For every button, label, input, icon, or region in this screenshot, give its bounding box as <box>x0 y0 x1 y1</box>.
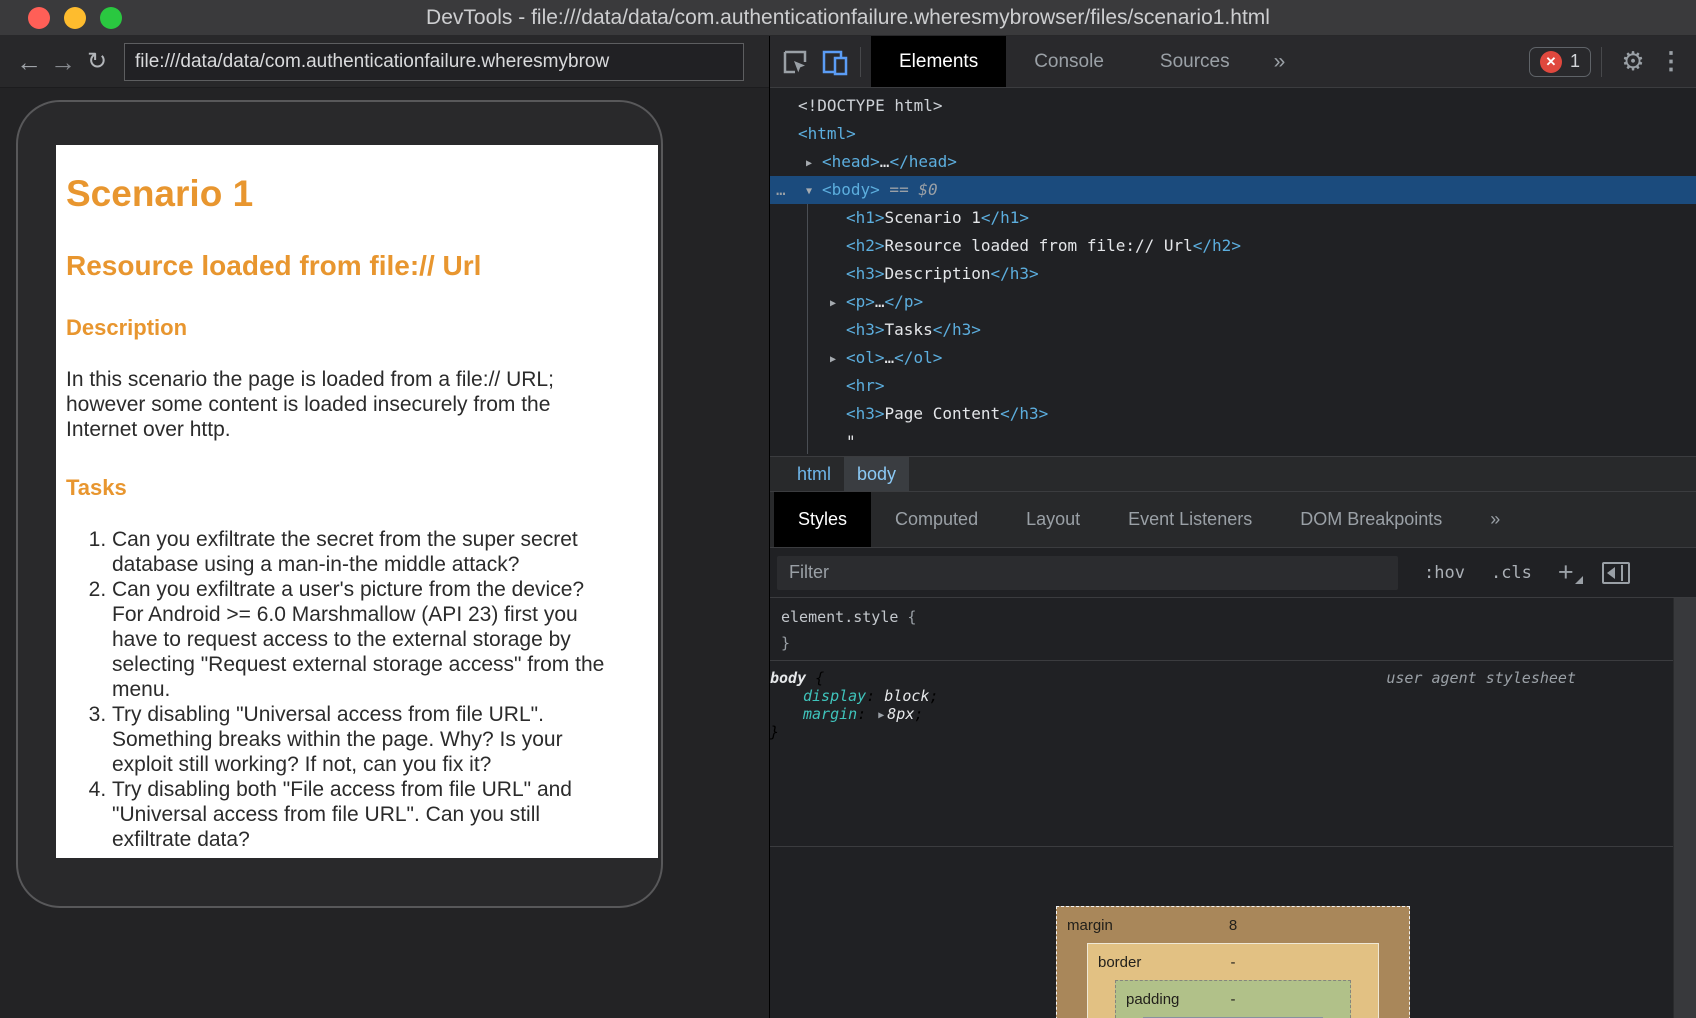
page-title: Scenario 1 <box>66 173 612 215</box>
devtools-tabs: Elements Console Sources » <box>871 36 1301 87</box>
inspect-element-icon[interactable] <box>780 47 810 77</box>
expand-node-icon[interactable]: ▶ <box>830 346 846 374</box>
dom-tree-row[interactable]: <h3>Tasks</h3> <box>770 316 1696 344</box>
minimize-window-button[interactable] <box>64 7 86 29</box>
tab-layout[interactable]: Layout <box>1002 492 1104 547</box>
devtools-pane: Elements Console Sources » ✕ 1 ⚙ ⋮ <!DOC… <box>769 36 1696 1018</box>
task-item: Try disabling "Universal access from fil… <box>112 702 612 777</box>
dom-tree-row[interactable]: <h2>Resource loaded from file:// Url</h2… <box>770 232 1696 260</box>
close-window-button[interactable] <box>28 7 50 29</box>
task-item: Can you exfiltrate the secret from the s… <box>112 527 612 577</box>
screencast-navbar: ← → ↻ file:///data/data/com.authenticati… <box>0 36 769 88</box>
dom-tree-row[interactable]: " <box>770 428 1696 456</box>
sidebar-more-chevron[interactable]: » <box>1466 492 1524 547</box>
title-bar: DevTools - file:///data/data/com.authent… <box>0 0 1696 36</box>
devtools-toolbar: Elements Console Sources » ✕ 1 ⚙ ⋮ <box>770 36 1696 88</box>
toolbar-separator <box>1601 47 1602 77</box>
error-badge[interactable]: ✕ 1 <box>1529 47 1591 77</box>
breadcrumb-body[interactable]: body <box>844 457 909 491</box>
margin-label: margin <box>1067 917 1113 934</box>
styles-filter-input[interactable] <box>777 556 1398 590</box>
css-property-margin[interactable]: margin: ▶8px; <box>770 705 1696 723</box>
more-tabs-chevron[interactable]: » <box>1258 36 1302 87</box>
reload-icon[interactable]: ↻ <box>80 49 114 75</box>
breadcrumb: html body <box>770 456 1696 492</box>
tab-event-listeners[interactable]: Event Listeners <box>1104 492 1276 547</box>
tasks-heading: Tasks <box>66 475 612 501</box>
stylesheet-origin: user agent stylesheet <box>1386 669 1576 687</box>
tab-console[interactable]: Console <box>1006 36 1132 87</box>
zoom-window-button[interactable] <box>100 7 122 29</box>
body-style-rule[interactable]: body { user agent stylesheet display: bl… <box>770 661 1696 847</box>
inline-style-rule[interactable]: element.style { } <box>770 598 1696 661</box>
dom-tree: <!DOCTYPE html><html>▶<head>…</head>…▼<b… <box>770 88 1696 456</box>
tab-dom-breakpoints[interactable]: DOM Breakpoints <box>1276 492 1466 547</box>
styles-pane: element.style { } body { user agent styl… <box>770 598 1696 1018</box>
box-model-border[interactable]: border - padding - <box>1087 943 1379 1018</box>
collapse-node-icon[interactable]: ▼ <box>806 178 822 206</box>
box-model-padding[interactable]: padding - <box>1115 980 1351 1018</box>
device-toolbar-icon[interactable] <box>820 47 850 77</box>
tasks-list: Can you exfiltrate the secret from the s… <box>66 527 612 852</box>
dom-tree-top: <!DOCTYPE html><html>▶<head>…</head>…▼<b… <box>770 92 1696 204</box>
new-style-rule-icon[interactable]: + <box>1558 559 1574 586</box>
task-item: Can you exfiltrate a user's picture from… <box>112 577 612 702</box>
margin-value[interactable]: 8 <box>1229 917 1237 934</box>
settings-gear-icon[interactable]: ⚙ <box>1616 46 1650 77</box>
dom-tree-row[interactable]: ▶<ol>…</ol> <box>770 344 1696 372</box>
breadcrumb-html[interactable]: html <box>784 457 844 491</box>
box-model-section: margin 8 border - padding <box>770 847 1696 1018</box>
error-count: 1 <box>1570 51 1580 72</box>
dom-tree-body-children: <h1>Scenario 1</h1><h2>Resource loaded f… <box>770 204 1696 456</box>
tab-elements[interactable]: Elements <box>871 36 1006 87</box>
expand-node-icon[interactable]: ▶ <box>806 150 822 178</box>
dom-tree-row[interactable]: ▶<p>…</p> <box>770 288 1696 316</box>
expand-node-icon[interactable]: ▶ <box>830 290 846 318</box>
screencast-viewport: Scenario 1 Resource loaded from file:// … <box>0 88 769 1018</box>
box-model-margin[interactable]: margin 8 border - padding <box>1056 906 1410 1018</box>
box-model-diagram[interactable]: margin 8 border - padding <box>1056 906 1410 1018</box>
toolbar-separator <box>860 47 861 77</box>
error-icon: ✕ <box>1540 51 1562 73</box>
dom-tree-row[interactable]: <h1>Scenario 1</h1> <box>770 204 1696 232</box>
description-heading: Description <box>66 315 612 341</box>
padding-label: padding <box>1126 991 1179 1008</box>
rule-selector: body <box>770 669 806 687</box>
tab-styles[interactable]: Styles <box>774 492 871 547</box>
devtools-window: DevTools - file:///data/data/com.authent… <box>0 0 1696 1018</box>
toggle-hover-state[interactable]: :hov <box>1424 563 1465 583</box>
padding-value[interactable]: - <box>1231 991 1236 1008</box>
border-label: border <box>1098 954 1141 971</box>
device-frame: Scenario 1 Resource loaded from file:// … <box>16 100 663 908</box>
url-input[interactable]: file:///data/data/com.authenticationfail… <box>124 43 744 81</box>
back-icon[interactable]: ← <box>12 49 46 75</box>
dom-tree-row[interactable]: <html> <box>770 120 1696 148</box>
collapse-sidebar-icon[interactable] <box>1602 562 1630 584</box>
description-text: In this scenario the page is loaded from… <box>66 367 612 442</box>
dom-tree-row[interactable]: <h3>Description</h3> <box>770 260 1696 288</box>
css-property-display[interactable]: display: block; <box>770 687 1696 705</box>
dom-tree-row[interactable]: <h3>Page Content</h3> <box>770 400 1696 428</box>
dom-tree-row[interactable]: …▼<body> == $0 <box>770 176 1696 204</box>
device-screen[interactable]: Scenario 1 Resource loaded from file:// … <box>56 145 658 858</box>
traffic-lights <box>28 0 122 36</box>
styles-filter-row: :hov .cls + <box>770 548 1696 598</box>
page-subtitle: Resource loaded from file:// Url <box>66 250 612 282</box>
inline-selector: element.style <box>781 608 898 626</box>
border-value[interactable]: - <box>1231 954 1236 971</box>
kebab-menu-icon[interactable]: ⋮ <box>1654 47 1688 76</box>
tab-computed[interactable]: Computed <box>871 492 1002 547</box>
window-title: DevTools - file:///data/data/com.authent… <box>0 6 1696 30</box>
dom-tree-row[interactable]: <!DOCTYPE html> <box>770 92 1696 120</box>
task-item: Try disabling both "File access from fil… <box>112 777 612 852</box>
scrollbar[interactable] <box>1673 598 1696 1018</box>
expand-shorthand-icon[interactable]: ▶ <box>878 710 884 721</box>
forward-icon[interactable]: → <box>46 49 80 75</box>
dom-tree-row[interactable]: ▶<head>…</head> <box>770 148 1696 176</box>
screencast-pane: ← → ↻ file:///data/data/com.authenticati… <box>0 36 769 1018</box>
toggle-classes[interactable]: .cls <box>1491 563 1532 583</box>
dom-tree-row[interactable]: <hr> <box>770 372 1696 400</box>
tab-sources[interactable]: Sources <box>1132 36 1258 87</box>
sidebar-tabs: Styles Computed Layout Event Listeners D… <box>770 492 1696 548</box>
